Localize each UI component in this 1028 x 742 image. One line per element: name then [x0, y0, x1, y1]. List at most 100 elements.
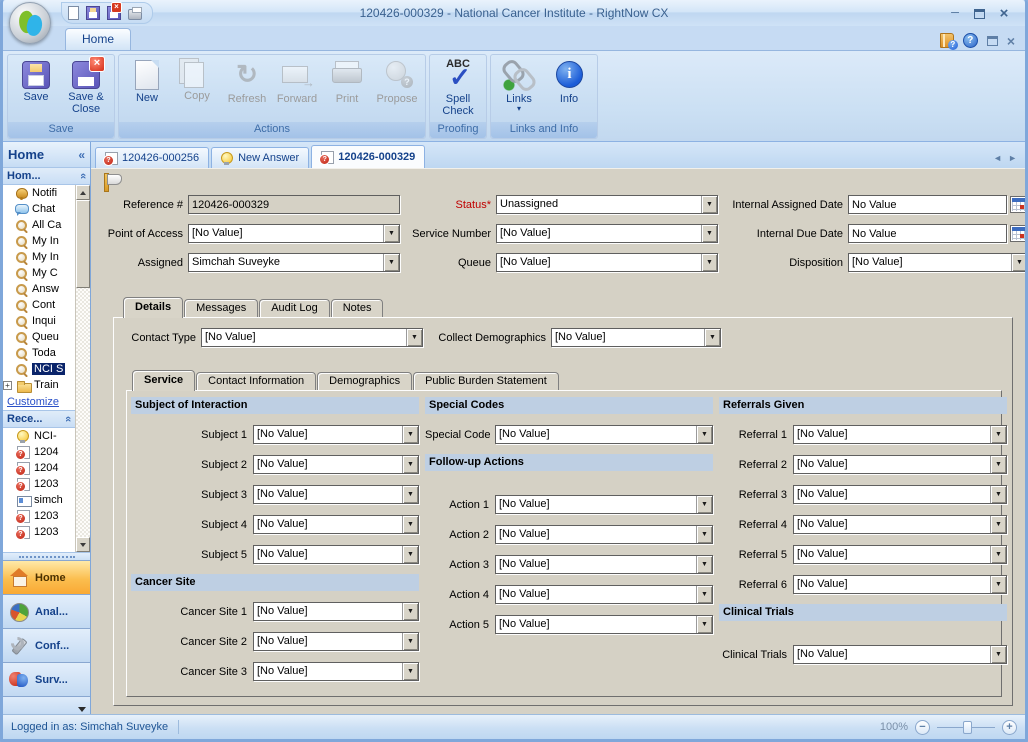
chevron-down-icon[interactable] — [701, 196, 717, 213]
referral-4-dropdown[interactable]: [No Value] — [793, 515, 1007, 534]
chevron-down-icon[interactable] — [383, 254, 399, 271]
contact-information-tab[interactable]: Contact Information — [196, 372, 316, 390]
chevron-down-icon[interactable] — [402, 426, 418, 443]
nci-s-sidebar-item[interactable]: + NCI S — [3, 361, 75, 377]
info-button[interactable]: Info ▾ — [544, 56, 594, 122]
close-document-icon[interactable] — [1007, 35, 1015, 47]
details-tab[interactable]: Details — [123, 297, 183, 318]
links-button[interactable]: Links ▾ — [494, 56, 544, 122]
copy-button[interactable]: Copy ▾ — [172, 56, 222, 122]
save-close-button[interactable]: Save & Close ▾ — [61, 56, 111, 122]
chevron-down-icon[interactable] — [402, 486, 418, 503]
chevron-down-icon[interactable] — [990, 546, 1006, 563]
save-icon[interactable] — [86, 6, 100, 20]
action-3-dropdown[interactable]: [No Value] — [495, 555, 713, 574]
minimize-icon[interactable] — [946, 7, 964, 19]
new-answer-doc-tab[interactable]: New Answer — [211, 147, 309, 168]
action-1-dropdown[interactable]: [No Value] — [495, 495, 713, 514]
referral-6-dropdown[interactable]: [No Value] — [793, 575, 1007, 594]
assigned-dropdown[interactable]: Simchah Suveyke — [188, 253, 400, 272]
tab-scroll-right-icon[interactable]: ► — [1008, 153, 1017, 163]
point-of-access-dropdown[interactable]: [No Value] — [188, 224, 400, 243]
action-4-dropdown[interactable]: [No Value] — [495, 585, 713, 604]
customize-link[interactable]: Customize — [7, 396, 59, 408]
queue-dropdown[interactable]: [No Value] — [496, 253, 718, 272]
120426-000256-doc-tab[interactable]: 120426-000256 — [95, 147, 209, 168]
notes-tab[interactable]: Notes — [331, 299, 384, 317]
train-sidebar-item[interactable]: + Train — [3, 377, 75, 393]
application-menu-button[interactable] — [9, 2, 51, 44]
chevron-down-icon[interactable] — [990, 516, 1006, 533]
toda-sidebar-item[interactable]: + Toda — [3, 345, 75, 361]
1203-sidebar-item[interactable]: + 1203 — [3, 476, 75, 492]
zoom-slider-thumb[interactable] — [963, 721, 972, 734]
sidebar-group-header[interactable]: Hom... « — [3, 168, 90, 185]
spell-check-button[interactable]: Spell Check ▾ — [433, 56, 483, 122]
answ-sidebar-item[interactable]: + Answ — [3, 281, 75, 297]
chevron-down-icon[interactable] — [1011, 254, 1027, 271]
chevron-down-icon[interactable] — [990, 646, 1006, 663]
calendar-icon[interactable] — [1010, 225, 1028, 242]
surv-nav-button[interactable]: Surv... — [3, 662, 90, 696]
messages-tab[interactable]: Messages — [184, 299, 258, 317]
referral-3-dropdown[interactable]: [No Value] — [793, 485, 1007, 504]
queu-sidebar-item[interactable]: + Queu — [3, 329, 75, 345]
help-icon[interactable] — [963, 33, 978, 48]
reference-field[interactable]: 120426-000329 — [188, 195, 400, 214]
cont-sidebar-item[interactable]: + Cont — [3, 297, 75, 313]
close-icon[interactable] — [995, 5, 1013, 22]
subject-1-dropdown[interactable]: [No Value] — [253, 425, 419, 444]
chevron-down-icon[interactable] — [696, 616, 712, 633]
internal-due-date-input[interactable]: No Value — [848, 224, 1007, 243]
chevron-down-icon[interactable] — [402, 546, 418, 563]
chevron-down-icon[interactable] — [402, 633, 418, 650]
chevron-down-icon[interactable] — [402, 663, 418, 680]
refresh-button[interactable]: Refresh ▾ — [222, 56, 272, 122]
collapse-recent-icon[interactable]: « — [62, 416, 74, 422]
sidebar-splitter[interactable] — [3, 552, 90, 560]
action-2-dropdown[interactable]: [No Value] — [495, 525, 713, 544]
referral-1-dropdown[interactable]: [No Value] — [793, 425, 1007, 444]
referral-2-dropdown[interactable]: [No Value] — [793, 455, 1007, 474]
new-button[interactable]: New ▾ — [122, 56, 172, 122]
all-ca-sidebar-item[interactable]: + All Ca — [3, 217, 75, 233]
scroll-up-icon[interactable] — [76, 185, 90, 200]
chevron-down-icon[interactable] — [704, 329, 720, 346]
action-5-dropdown[interactable]: [No Value] — [495, 615, 713, 634]
guide-book-icon[interactable] — [940, 33, 954, 48]
chevron-down-icon[interactable] — [406, 329, 422, 346]
home-nav-button[interactable]: Home — [3, 560, 90, 594]
scroll-down-icon[interactable] — [76, 537, 90, 552]
conf-nav-button[interactable]: Conf... — [3, 628, 90, 662]
nav-options-icon[interactable] — [78, 707, 86, 712]
referral-5-dropdown[interactable]: [No Value] — [793, 545, 1007, 564]
chevron-down-icon[interactable] — [696, 556, 712, 573]
chevron-down-icon[interactable] — [696, 586, 712, 603]
save-and-close-icon[interactable] — [107, 6, 121, 20]
simch-sidebar-item[interactable]: + simch — [3, 492, 75, 508]
1204-sidebar-item[interactable]: + 1204 — [3, 460, 75, 476]
forward-button[interactable]: Forward ▾ — [272, 56, 322, 122]
scrollbar-thumb[interactable] — [76, 200, 90, 288]
collect-demographics-dropdown[interactable]: [No Value] — [551, 328, 721, 347]
chevron-down-icon[interactable] — [402, 516, 418, 533]
sidebar-scrollbar[interactable] — [75, 185, 90, 552]
clinical-trials-dropdown[interactable]: [No Value] — [793, 645, 1007, 664]
disposition-dropdown[interactable]: [No Value] — [848, 253, 1028, 272]
zoom-out-icon[interactable]: − — [915, 720, 930, 735]
zoom-slider[interactable] — [937, 727, 995, 728]
subject-3-dropdown[interactable]: [No Value] — [253, 485, 419, 504]
inqui-sidebar-item[interactable]: + Inqui — [3, 313, 75, 329]
chevron-down-icon[interactable] — [701, 225, 717, 242]
subject-5-dropdown[interactable]: [No Value] — [253, 545, 419, 564]
new-document-icon[interactable] — [68, 6, 79, 20]
calendar-icon[interactable] — [1010, 196, 1028, 213]
chevron-down-icon[interactable] — [701, 254, 717, 271]
my-in-sidebar-item[interactable]: + My In — [3, 249, 75, 265]
contact-type-dropdown[interactable]: [No Value] — [201, 328, 423, 347]
chevron-down-icon[interactable] — [990, 486, 1006, 503]
anal-nav-button[interactable]: Anal... — [3, 594, 90, 628]
chevron-down-icon[interactable] — [990, 426, 1006, 443]
120426-000329-doc-tab[interactable]: 120426-000329 — [311, 145, 425, 168]
1203-sidebar-item[interactable]: + 1203 — [3, 508, 75, 524]
